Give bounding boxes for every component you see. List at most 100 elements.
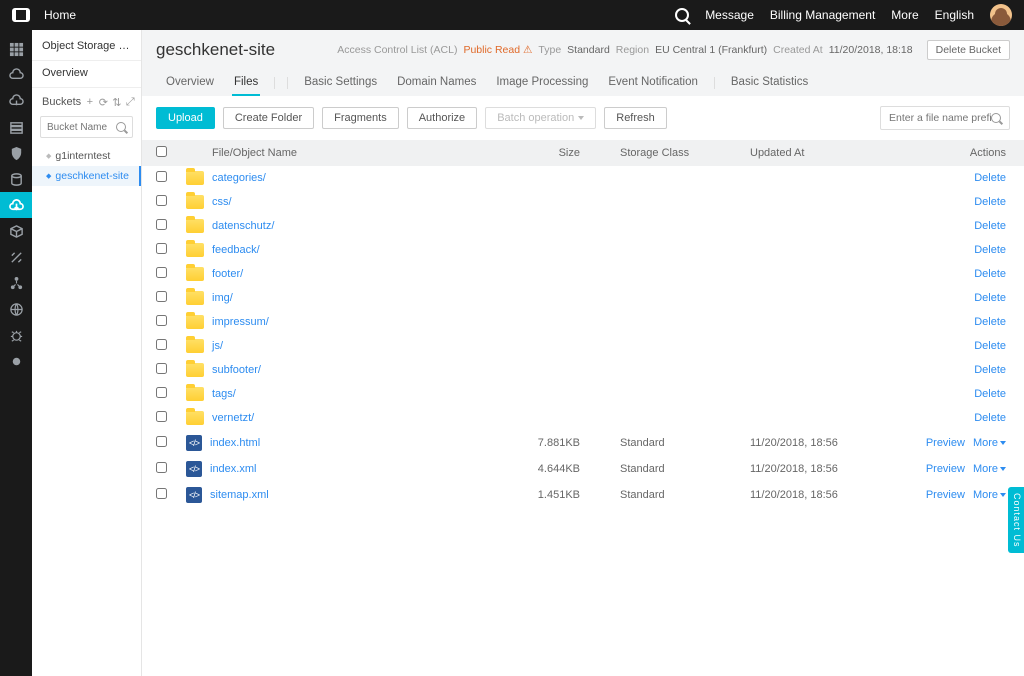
object-link[interactable]: index.html xyxy=(210,437,260,449)
object-link[interactable]: vernetzt/ xyxy=(212,412,254,424)
tab-files[interactable]: Files xyxy=(224,70,268,96)
object-link[interactable]: index.xml xyxy=(210,463,256,475)
more-link[interactable]: More xyxy=(973,489,1006,501)
delete-link[interactable]: Delete xyxy=(974,388,1006,400)
row-checkbox[interactable] xyxy=(156,488,167,499)
tab-domain-names[interactable]: Domain Names xyxy=(387,70,486,96)
sort-buckets-icon[interactable]: ⇅ xyxy=(112,97,121,108)
create-folder-button[interactable]: Create Folder xyxy=(223,107,314,129)
row-checkbox[interactable] xyxy=(156,363,167,374)
nav-language[interactable]: English xyxy=(935,8,974,22)
object-link[interactable]: img/ xyxy=(212,292,233,304)
row-checkbox[interactable] xyxy=(156,171,167,182)
object-link[interactable]: css/ xyxy=(212,196,232,208)
sidebar: Object Storage Ser... Overview Buckets +… xyxy=(32,30,142,676)
add-bucket-icon[interactable]: + xyxy=(85,97,94,108)
search-icon[interactable] xyxy=(675,8,689,22)
rail-tools-icon[interactable] xyxy=(0,244,32,270)
object-link[interactable]: impressum/ xyxy=(212,316,269,328)
tab-basic-statistics[interactable]: Basic Statistics xyxy=(721,70,818,96)
delete-bucket-button[interactable]: Delete Bucket xyxy=(927,40,1010,60)
delete-link[interactable]: Delete xyxy=(974,244,1006,256)
more-link[interactable]: More xyxy=(973,463,1006,475)
sidebar-overview[interactable]: Overview xyxy=(32,60,141,88)
row-checkbox[interactable] xyxy=(156,411,167,422)
sidebar-bucket-item[interactable]: g1interntest xyxy=(32,146,141,166)
home-link[interactable]: Home xyxy=(44,8,76,22)
rail-stack-icon[interactable] xyxy=(0,114,32,140)
expand-buckets-icon[interactable]: ⤢ xyxy=(126,97,135,108)
more-link[interactable]: More xyxy=(973,437,1006,449)
avatar[interactable] xyxy=(990,4,1012,26)
delete-link[interactable]: Delete xyxy=(974,364,1006,376)
upload-button[interactable]: Upload xyxy=(156,107,215,129)
bucket-search-input[interactable] xyxy=(47,122,116,133)
rail-storage-icon[interactable] xyxy=(0,192,32,218)
tab-image-processing[interactable]: Image Processing xyxy=(486,70,598,96)
row-checkbox[interactable] xyxy=(156,339,167,350)
rail-apps-icon[interactable] xyxy=(0,36,32,62)
object-link[interactable]: sitemap.xml xyxy=(210,489,269,501)
preview-link[interactable]: Preview xyxy=(926,437,965,449)
object-link[interactable]: datenschutz/ xyxy=(212,220,274,232)
row-checkbox[interactable] xyxy=(156,219,167,230)
rail-cloud-icon[interactable] xyxy=(0,62,32,88)
object-link[interactable]: js/ xyxy=(212,340,223,352)
folder-icon xyxy=(186,363,204,377)
row-checkbox[interactable] xyxy=(156,436,167,447)
row-checkbox[interactable] xyxy=(156,315,167,326)
row-checkbox[interactable] xyxy=(156,267,167,278)
select-all-checkbox[interactable] xyxy=(156,146,167,157)
brand-logo[interactable] xyxy=(12,8,30,22)
acl-value: Public Read ⚠ xyxy=(463,44,532,56)
rail-nodes-icon[interactable] xyxy=(0,270,32,296)
table-row: footer/Delete xyxy=(142,262,1024,286)
sidebar-bucket-item[interactable]: geschkenet-site xyxy=(32,166,141,186)
object-link[interactable]: feedback/ xyxy=(212,244,260,256)
row-checkbox[interactable] xyxy=(156,291,167,302)
contact-us-tab[interactable]: Contact Us xyxy=(1008,487,1024,554)
object-link[interactable]: footer/ xyxy=(212,268,243,280)
rail-shield-icon[interactable] xyxy=(0,140,32,166)
row-checkbox[interactable] xyxy=(156,195,167,206)
delete-link[interactable]: Delete xyxy=(974,196,1006,208)
rail-cloud2-icon[interactable] xyxy=(0,88,32,114)
file-filter-input[interactable] xyxy=(889,112,991,124)
refresh-button[interactable]: Refresh xyxy=(604,107,667,129)
nav-billing[interactable]: Billing Management xyxy=(770,8,875,22)
object-link[interactable]: subfooter/ xyxy=(212,364,261,376)
row-checkbox[interactable] xyxy=(156,462,167,473)
preview-link[interactable]: Preview xyxy=(926,463,965,475)
tab-overview[interactable]: Overview xyxy=(156,70,224,96)
cell-actions: Delete xyxy=(900,292,1010,304)
tab-basic-settings[interactable]: Basic Settings xyxy=(294,70,387,96)
cell-storage-class: Standard xyxy=(620,489,750,501)
delete-link[interactable]: Delete xyxy=(974,340,1006,352)
object-link[interactable]: categories/ xyxy=(212,172,266,184)
bucket-search[interactable] xyxy=(40,116,133,138)
rail-globe-icon[interactable] xyxy=(0,296,32,322)
nav-message[interactable]: Message xyxy=(705,8,754,22)
rail-box-icon[interactable] xyxy=(0,218,32,244)
cell-actions: Delete xyxy=(900,220,1010,232)
delete-link[interactable]: Delete xyxy=(974,316,1006,328)
delete-link[interactable]: Delete xyxy=(974,292,1006,304)
rail-db-icon[interactable] xyxy=(0,166,32,192)
object-link[interactable]: tags/ xyxy=(212,388,236,400)
tab-event-notification[interactable]: Event Notification xyxy=(598,70,708,96)
authorize-button[interactable]: Authorize xyxy=(407,107,477,129)
delete-link[interactable]: Delete xyxy=(974,268,1006,280)
refresh-buckets-icon[interactable]: ⟳ xyxy=(99,97,108,108)
file-filter[interactable] xyxy=(880,106,1010,130)
fragments-button[interactable]: Fragments xyxy=(322,107,399,129)
delete-link[interactable]: Delete xyxy=(974,172,1006,184)
delete-link[interactable]: Delete xyxy=(974,220,1006,232)
rail-dot-icon[interactable] xyxy=(0,348,32,374)
delete-link[interactable]: Delete xyxy=(974,412,1006,424)
row-checkbox[interactable] xyxy=(156,243,167,254)
row-checkbox[interactable] xyxy=(156,387,167,398)
nav-more[interactable]: More xyxy=(891,8,918,22)
preview-link[interactable]: Preview xyxy=(926,489,965,501)
col-size: Size xyxy=(490,147,620,159)
rail-bug-icon[interactable] xyxy=(0,322,32,348)
